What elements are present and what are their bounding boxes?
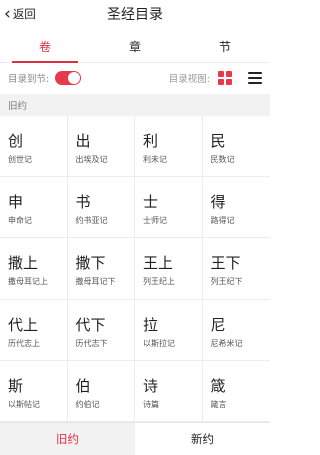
toggle-knob [68, 72, 81, 84]
book-cell[interactable]: 撒下 撒母耳记下 [67, 238, 135, 300]
level-tabs: 卷 章 节 [0, 30, 270, 63]
book-cell[interactable]: 代下 历代志下 [67, 299, 135, 361]
book-abbreviation: 斯 [8, 376, 24, 395]
top-bar: ‹ 返回 圣经目录 [0, 0, 270, 28]
book-cell[interactable]: 申申命记 [0, 177, 68, 239]
book-cell[interactable]: 王下 列王纪下 [202, 238, 270, 300]
book-full-name: 撒母耳记下 [75, 277, 116, 287]
book-cell[interactable]: 得路得记 [202, 177, 270, 239]
book-full-name: 约书亚记 [75, 216, 108, 226]
book-abbreviation: 尼 [210, 315, 226, 334]
book-full-name: 申命记 [8, 216, 32, 226]
book-full-name: 约伯记 [75, 399, 100, 409]
book-full-name: 历代志上 [8, 338, 40, 348]
book-full-name: 撒母耳记上 [8, 277, 48, 287]
book-cell[interactable]: 书约书亚记 [67, 177, 135, 239]
book-abbreviation: 书 [75, 193, 91, 212]
book-full-name: 以斯帖记 [8, 399, 40, 409]
options-row: 目录到节: 目录视图: [0, 63, 270, 93]
book-abbreviation: 申 [8, 193, 24, 212]
section-title: 旧约 [8, 101, 28, 112]
back-button[interactable]: ‹ 返回 [4, 4, 36, 24]
book-abbreviation: 代上 [8, 315, 39, 334]
book-abbreviation: 得 [210, 193, 226, 212]
to-verse-toggle[interactable] [55, 71, 82, 85]
book-full-name: 民数记 [210, 155, 235, 164]
book-cell[interactable]: 拉以斯拉记 [135, 299, 203, 361]
book-cell[interactable]: 诗诗篇 [135, 360, 203, 422]
page-title: 圣经目录 [107, 7, 163, 23]
book-abbreviation: 伯 [75, 376, 91, 395]
book-cell[interactable]: 撒上 撒母耳记上 [0, 238, 68, 300]
book-full-name: 历代志下 [75, 338, 108, 348]
book-abbreviation: 王下 [210, 254, 241, 273]
book-cell[interactable]: 士士师记 [135, 177, 203, 239]
book-abbreviation: 出 [75, 132, 91, 150]
book-full-name: 箴言 [210, 399, 227, 409]
book-full-name: 路得记 [210, 216, 235, 226]
book-cell[interactable]: 尼尼希米记 [202, 300, 270, 361]
book-full-name: 尼希米记 [210, 338, 243, 348]
book-cell[interactable]: 箴箴言 [202, 361, 270, 422]
book-cell[interactable]: 王上 列王纪上 [135, 238, 203, 300]
testament-switch: 旧约 新约 [0, 422, 270, 455]
book-abbreviation: 撒上 [8, 254, 39, 273]
book-full-name: 以斯拉记 [143, 338, 175, 348]
list-view-icon[interactable] [248, 72, 262, 84]
book-abbreviation: 代下 [75, 315, 106, 334]
book-full-name: 利未记 [143, 155, 167, 164]
book-abbreviation: 士 [143, 193, 159, 212]
book-grid: 创创世记出出埃及记利利未记民民数记申申命记书约书亚记士士师记得路得记 撒上 撒母耳记… [0, 116, 270, 422]
back-label: 返回 [12, 7, 36, 21]
book-full-name: 士师记 [143, 216, 167, 226]
book-cell[interactable]: 出出埃及记 [67, 116, 135, 178]
book-full-name: 创世记 [8, 155, 32, 164]
book-cell[interactable]: 创创世记 [0, 116, 68, 178]
to-verse-label: 目录到节: [8, 74, 50, 85]
new-testament-tab[interactable]: 新约 [135, 423, 270, 455]
book-full-name: 诗篇 [143, 399, 159, 409]
book-cell[interactable]: 民民数记 [202, 116, 270, 178]
book-cell[interactable]: 伯约伯记 [67, 360, 135, 422]
book-abbreviation: 民 [210, 132, 226, 150]
tab-book[interactable]: 卷 [0, 30, 90, 63]
old-testament-tab[interactable]: 旧约 [0, 423, 135, 455]
book-abbreviation: 箴 [210, 376, 226, 395]
book-cell[interactable]: 代上 历代志上 [0, 299, 68, 361]
view-mode-label: 目录视图: [168, 74, 210, 85]
tab-verse[interactable]: 节 [180, 30, 270, 62]
book-cell[interactable]: 利利未记 [135, 116, 203, 178]
grid-view-icon[interactable] [218, 71, 232, 85]
tab-chapter[interactable]: 章 [90, 30, 180, 62]
book-full-name: 出埃及记 [75, 155, 108, 164]
section-header: 旧约 [0, 94, 270, 116]
book-cell[interactable]: 斯以斯帖记 [0, 360, 68, 422]
book-abbreviation: 利 [143, 132, 159, 150]
book-full-name: 列王纪上 [143, 277, 175, 287]
book-abbreviation: 撒下 [75, 254, 106, 273]
book-abbreviation: 拉 [143, 315, 159, 334]
chevron-left-icon: ‹ [4, 4, 11, 24]
book-full-name: 列王纪下 [210, 277, 243, 287]
book-abbreviation: 诗 [143, 376, 159, 395]
book-abbreviation: 王上 [143, 254, 174, 273]
book-abbreviation: 创 [8, 132, 24, 150]
